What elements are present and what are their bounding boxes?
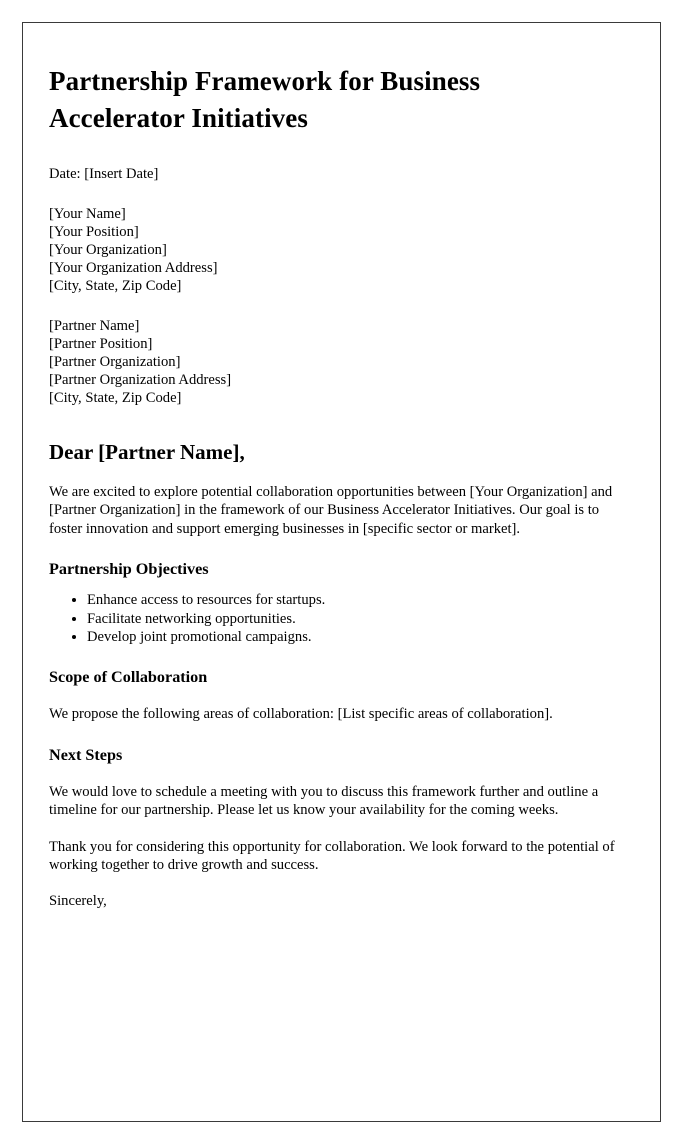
- intro-paragraph: We are excited to explore potential coll…: [49, 484, 613, 537]
- sender-position: [Your Position]: [49, 224, 139, 240]
- sender-street: [Your Organization Address]: [49, 260, 218, 276]
- recipient-name: [Partner Name]: [49, 318, 140, 334]
- recipient-address-block: [Partner Name] [Partner Position] [Partn…: [49, 317, 621, 407]
- sender-city-state-zip: [City, State, Zip Code]: [49, 278, 182, 294]
- thanks-paragraph: Thank you for considering this opportuni…: [49, 838, 615, 874]
- section-heading-scope-of-collaboration: Scope of Collaboration: [49, 668, 208, 687]
- list-item: Develop joint promotional campaigns.: [87, 628, 621, 646]
- page-title: Partnership Framework for Business Accel…: [49, 66, 481, 133]
- section-heading-partnership-objectives: Partnership Objectives: [49, 560, 209, 579]
- recipient-city-state-zip: [City, State, Zip Code]: [49, 390, 182, 406]
- list-item: Enhance access to resources for startups…: [87, 591, 621, 609]
- scope-paragraph: We propose the following areas of collab…: [49, 706, 553, 723]
- sender-address-block: [Your Name] [Your Position] [Your Organi…: [49, 205, 621, 295]
- salutation: Dear [Partner Name],: [49, 440, 245, 464]
- recipient-street: [Partner Organization Address]: [49, 372, 232, 388]
- section-heading-next-steps: Next Steps: [49, 745, 123, 764]
- list-item: Facilitate networking opportunities.: [87, 610, 621, 628]
- objectives-list: Enhance access to resources for startups…: [49, 591, 621, 646]
- date-line: Date: [Insert Date]: [49, 166, 159, 182]
- sender-organization: [Your Organization]: [49, 242, 167, 258]
- document-body: Partnership Framework for Business Accel…: [49, 63, 621, 911]
- next-steps-paragraph: We would love to schedule a meeting with…: [49, 783, 599, 819]
- document-page: Partnership Framework for Business Accel…: [22, 22, 661, 1122]
- recipient-position: [Partner Position]: [49, 336, 153, 352]
- closing-line: Sincerely,: [49, 893, 107, 910]
- sender-name: [Your Name]: [49, 206, 126, 222]
- recipient-organization: [Partner Organization]: [49, 354, 181, 370]
